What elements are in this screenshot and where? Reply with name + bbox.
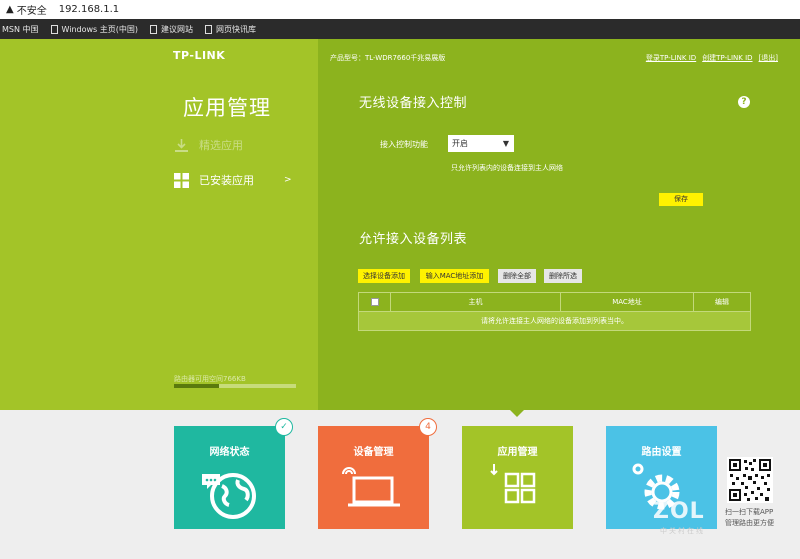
storage-fill (174, 384, 220, 388)
warning-icon: ▲ (6, 4, 14, 15)
column-mac: MAC地址 (561, 293, 694, 311)
help-icon[interactable]: ? (738, 96, 750, 108)
device-count-badge: 4 (419, 418, 437, 436)
sidebar-item-featured[interactable]: 精选应用 (174, 137, 243, 153)
browser-address-bar[interactable]: ▲ 不安全 192.168.1.1 (0, 0, 800, 19)
create-id-link[interactable]: 创建TP-LINK ID (702, 53, 752, 63)
bookmarks-bar: MSN 中国 Windows 主页(中国) 建议网站 网页快讯库 (0, 19, 800, 39)
bookmark-webslice[interactable]: 网页快讯库 (205, 24, 256, 35)
model-text: 产品型号：TL-WDR7660千兆易展版 (330, 54, 446, 62)
grid-icon (174, 172, 189, 188)
control-label: 接入控制功能 (380, 140, 428, 149)
page-title: 应用管理 (183, 96, 271, 120)
tile-label: 应用管理 (497, 447, 538, 458)
watermark-logo: ZOL (653, 499, 705, 524)
select-value: 开启 (452, 139, 468, 148)
globe-icon (202, 473, 256, 519)
save-button[interactable]: 保存 (659, 193, 703, 206)
bookmark-windows[interactable]: Windows 主页(中国) (50, 24, 138, 35)
page-icon (150, 24, 158, 34)
caret-down-icon: ▼ (502, 139, 509, 148)
sidebar-item-label: 已安装应用 (199, 174, 254, 187)
watermark-subtitle: 中关村在线 (660, 527, 705, 535)
tile-app-management[interactable]: 应用管理 (462, 426, 573, 529)
column-edit: 编辑 (715, 298, 729, 306)
select-all-checkbox[interactable] (370, 298, 379, 306)
access-control-select[interactable]: 开启 ▼ (448, 135, 514, 152)
active-tab-pointer (510, 410, 524, 417)
bookmark-suggested[interactable]: 建议网站 (150, 24, 193, 35)
page-icon (50, 24, 58, 34)
url-text[interactable]: 192.168.1.1 (59, 4, 119, 15)
tile-label: 路由设置 (641, 447, 682, 458)
select-device-add-button[interactable]: 选择设备添加 (358, 269, 410, 283)
control-hint: 只允许列表内的设备连接到主人网络 (451, 164, 563, 172)
delete-all-button[interactable]: 删除全部 (498, 269, 536, 283)
login-link[interactable]: 登录TP-LINK ID (646, 53, 696, 63)
sidebar-item-label: 精选应用 (199, 139, 243, 152)
bookmark-msn[interactable]: MSN 中国 (2, 24, 39, 35)
table-header: 主机 MAC地址 编辑 (359, 293, 750, 312)
logout-link[interactable]: [退出] (759, 53, 778, 63)
chevron-right-icon: > (284, 175, 292, 185)
column-host: 主机 (391, 293, 561, 311)
apps-icon (490, 464, 536, 504)
section-title-device-list: 允许接入设备列表 (359, 232, 468, 247)
tile-device-management[interactable]: 设备管理 4 (318, 418, 437, 529)
check-badge-icon: ✓ (275, 418, 293, 436)
storage-text: 路由器可用空间766KB (174, 375, 246, 383)
table-empty-message: 请将允许连接主人网络的设备添加到列表当中。 (359, 312, 750, 330)
select-all-cell (359, 293, 391, 311)
sidebar-item-installed[interactable]: 已安装应用 > (174, 172, 292, 188)
download-icon (175, 138, 188, 152)
device-table: 主机 MAC地址 编辑 请将允许连接主人网络的设备添加到列表当中。 (358, 292, 751, 331)
tile-network-status[interactable]: 网络状态 ✓ (174, 418, 293, 529)
brand-logo: TP-LINK (173, 49, 226, 62)
storage-bar (174, 384, 296, 388)
section-title-access-control: 无线设备接入控制 (359, 96, 468, 111)
delete-selected-button[interactable]: 删除所选 (544, 269, 582, 283)
laptop-icon (342, 467, 400, 507)
mac-add-button[interactable]: 输入MAC地址添加 (420, 269, 489, 283)
qr-caption-line1: 扫一扫下载APP (725, 508, 774, 516)
account-links: 登录TP-LINK ID 创建TP-LINK ID [退出] (646, 53, 778, 63)
tile-label: 设备管理 (353, 447, 394, 458)
security-label: 不安全 (16, 6, 47, 17)
tile-label: 网络状态 (209, 447, 250, 458)
qr-caption-line2: 管理路由更方便 (725, 519, 774, 527)
qr-code-image (727, 457, 773, 503)
page-icon (205, 24, 213, 34)
